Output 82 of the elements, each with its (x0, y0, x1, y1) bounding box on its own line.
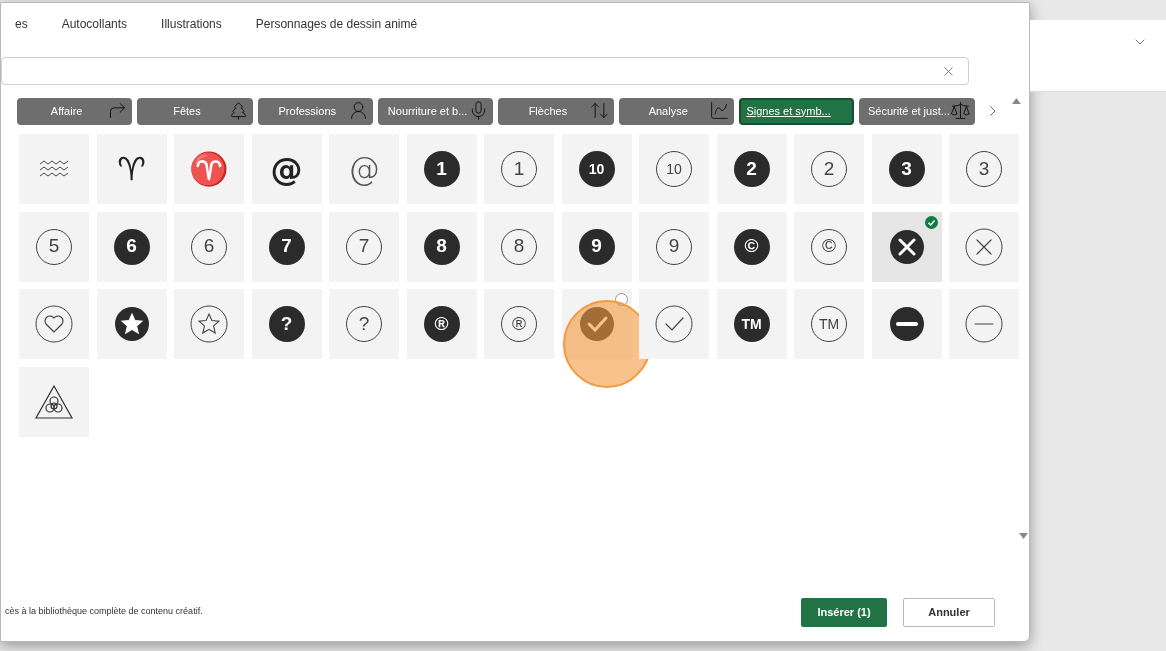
biohazard-icon (34, 383, 74, 420)
circled-symbol: 2 (733, 151, 770, 187)
icon-tile[interactable]: 9 (639, 211, 709, 282)
icon-tile[interactable]: 7 (251, 211, 322, 282)
waves-icon (39, 160, 69, 178)
icon-tile[interactable]: 1 (484, 134, 554, 204)
icon-tile[interactable]: ? (329, 289, 399, 359)
icon-tile[interactable]: © (794, 211, 864, 282)
cancel-button[interactable]: Annuler (903, 597, 995, 627)
icon-tile[interactable]: ® (484, 289, 554, 359)
icon-tile[interactable]: © (716, 211, 787, 282)
circled-symbol: 1 (423, 151, 460, 187)
circled-symbol: 10 (578, 151, 615, 187)
icon-tile[interactable]: 7 (329, 211, 399, 282)
footer-text: cès à la bibliothèque complète de contenu créatif. (5, 605, 204, 619)
icon-tile[interactable]: ® (406, 289, 477, 359)
scroll-up-icon[interactable] (1012, 98, 1021, 104)
icon-tile[interactable]: 2 (716, 134, 787, 204)
icon-tile[interactable]: ♈ (96, 134, 167, 204)
icon-tile[interactable] (19, 366, 89, 437)
tab[interactable]: Personnages de dessin animé (255, 11, 418, 37)
icon-tile[interactable]: 6 (96, 211, 167, 282)
category-button[interactable]: Signes et symb... (738, 97, 855, 125)
icon-tile[interactable] (19, 289, 89, 359)
icon-tile[interactable]: 3 (949, 134, 1019, 204)
category-icon (949, 99, 971, 121)
icon-tile[interactable]: TM (716, 289, 787, 359)
circled-symbol: 9 (578, 228, 615, 265)
icon-tile[interactable] (949, 289, 1019, 359)
icon-tile[interactable]: ? (251, 289, 322, 359)
icon-tile[interactable] (561, 289, 632, 359)
circled-symbol: 3 (888, 151, 925, 187)
icon-tile[interactable]: 6 (174, 211, 244, 282)
minus-icon (964, 304, 1004, 344)
circled-symbol: 6 (113, 228, 150, 265)
circled-symbol: ? (268, 306, 305, 342)
icon-tile[interactable] (639, 289, 709, 359)
icon-tile[interactable] (871, 289, 942, 359)
category-button[interactable]: Sécurité et just... (859, 97, 975, 125)
icon-tile[interactable] (949, 211, 1019, 282)
icon-tile[interactable] (96, 289, 167, 359)
category-button[interactable]: Affaire (17, 97, 133, 125)
tab[interactable]: es (15, 11, 28, 37)
circled-symbol: ® (423, 306, 460, 342)
symbol-glyph: @ (348, 153, 380, 185)
tab[interactable]: Illustrations (161, 11, 222, 37)
category-button[interactable]: Flèches (498, 97, 614, 125)
search-field[interactable] (1, 57, 969, 85)
circled-symbol: TM (733, 306, 770, 342)
icon-tile[interactable]: 2 (794, 134, 864, 204)
circled-symbol: © (733, 228, 770, 265)
category-button[interactable]: Nourriture et b... (377, 97, 494, 125)
scroll-down-icon[interactable] (1019, 533, 1028, 539)
icon-tile[interactable] (174, 289, 244, 359)
icon-tile[interactable]: 9 (561, 211, 632, 282)
icon-tile[interactable]: @ (251, 134, 322, 204)
icon-tile[interactable]: 8 (484, 211, 554, 282)
icon-tile[interactable]: 3 (871, 134, 942, 204)
icon-tile[interactable] (19, 134, 89, 204)
icon-tile[interactable]: 5 (19, 211, 89, 282)
selected-check-badge (924, 215, 938, 229)
tab[interactable]: Autocollants (61, 11, 128, 37)
circled-symbol: 8 (423, 228, 460, 265)
icon-tile[interactable]: @ (329, 134, 399, 204)
icon-tile[interactable]: 10 (561, 134, 632, 204)
category-button[interactable]: Fêtes (137, 97, 253, 125)
icon-tile[interactable]: ♈ (174, 134, 244, 204)
icon-tile[interactable]: 1 (406, 134, 477, 204)
symbol-glyph: ♈ (189, 153, 229, 185)
category-icon (708, 99, 730, 121)
icon-tile[interactable] (871, 211, 942, 282)
check-icon (654, 304, 694, 344)
cross-icon (964, 226, 1004, 267)
icon-tile[interactable]: 10 (639, 134, 709, 204)
insert-button[interactable]: Insérer (1) (801, 597, 887, 627)
circled-symbol: 7 (268, 228, 305, 265)
icon-tile[interactable]: TM (794, 289, 864, 359)
symbol-glyph: @ (270, 153, 303, 185)
icon-tile[interactable]: 8 (406, 211, 477, 282)
category-button[interactable]: Professions (257, 97, 373, 125)
symbol-glyph: ♈ (117, 153, 146, 185)
category-button[interactable]: Analyse (618, 97, 734, 125)
